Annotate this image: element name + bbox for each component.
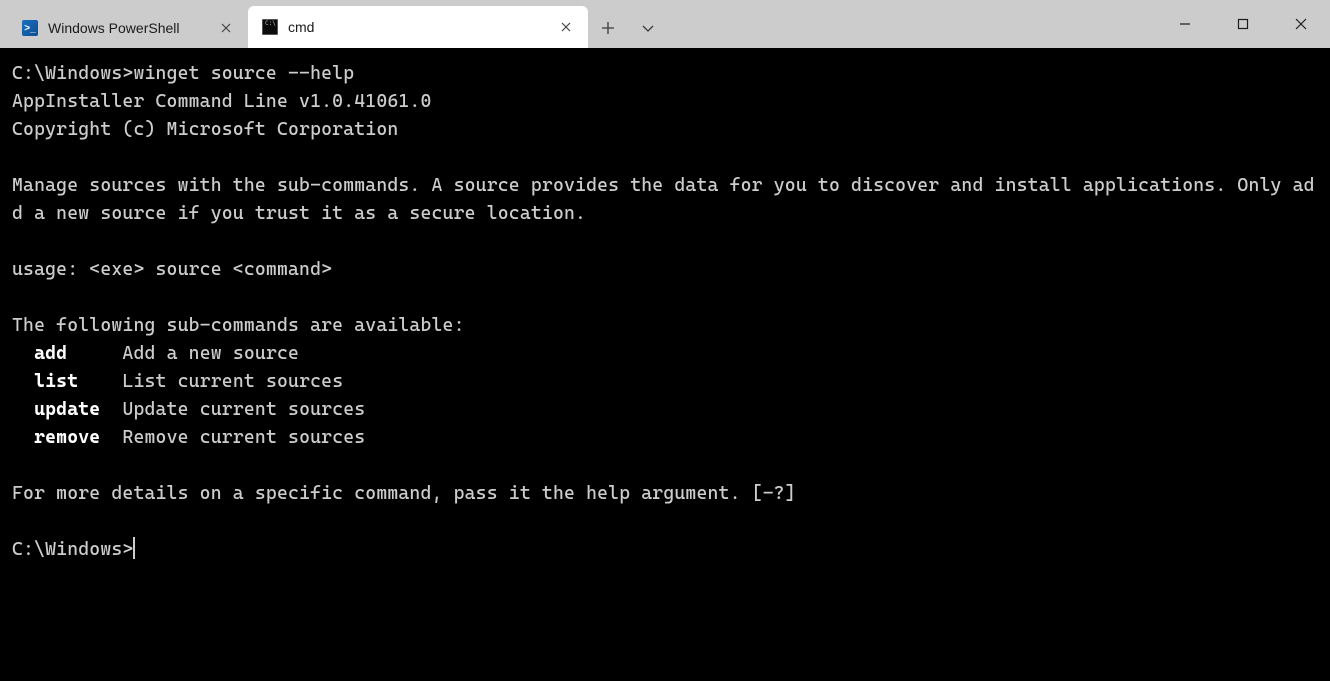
output-line: AppInstaller Command Line v1.0.41061.0: [12, 91, 432, 112]
terminal-output[interactable]: C:\Windows>winget source --help AppInsta…: [0, 48, 1330, 576]
subcommand-desc: List current sources: [122, 371, 343, 392]
tab-label: cmd: [288, 19, 544, 35]
maximize-button[interactable]: [1214, 0, 1272, 48]
prompt: C:\Windows>: [12, 539, 133, 560]
tab-dropdown-button[interactable]: [628, 8, 668, 48]
tab-strip: >_ Windows PowerShell cmd: [0, 0, 668, 48]
new-tab-button[interactable]: [588, 8, 628, 48]
subcommand-desc: Update current sources: [122, 399, 365, 420]
cmd-icon: [262, 19, 278, 35]
tab-label: Windows PowerShell: [48, 20, 204, 36]
close-icon[interactable]: [554, 15, 578, 39]
window-controls: [1156, 0, 1330, 48]
output-line: Manage sources with the sub-commands. A …: [12, 175, 1315, 224]
minimize-button[interactable]: [1156, 0, 1214, 48]
subcommand-name: update: [34, 399, 100, 420]
subcommand-name: add: [34, 343, 67, 364]
output-line: For more details on a specific command, …: [12, 483, 796, 504]
entered-command: winget source --help: [133, 63, 354, 84]
powershell-icon: >_: [22, 20, 38, 36]
subcommand-name: list: [34, 371, 78, 392]
tab-cmd[interactable]: cmd: [248, 6, 588, 48]
output-line: Copyright (c) Microsoft Corporation: [12, 119, 398, 140]
title-bar: >_ Windows PowerShell cmd: [0, 0, 1330, 48]
prompt: C:\Windows>: [12, 63, 133, 84]
subcommand-desc: Add a new source: [122, 343, 299, 364]
tab-powershell[interactable]: >_ Windows PowerShell: [8, 8, 248, 48]
cursor: [133, 537, 135, 559]
subcommand-name: remove: [34, 427, 100, 448]
output-line: usage: <exe> source <command>: [12, 259, 332, 280]
close-icon[interactable]: [214, 16, 238, 40]
drag-region: [668, 0, 1156, 48]
close-window-button[interactable]: [1272, 0, 1330, 48]
output-line: The following sub-commands are available…: [12, 315, 465, 336]
subcommand-desc: Remove current sources: [122, 427, 365, 448]
